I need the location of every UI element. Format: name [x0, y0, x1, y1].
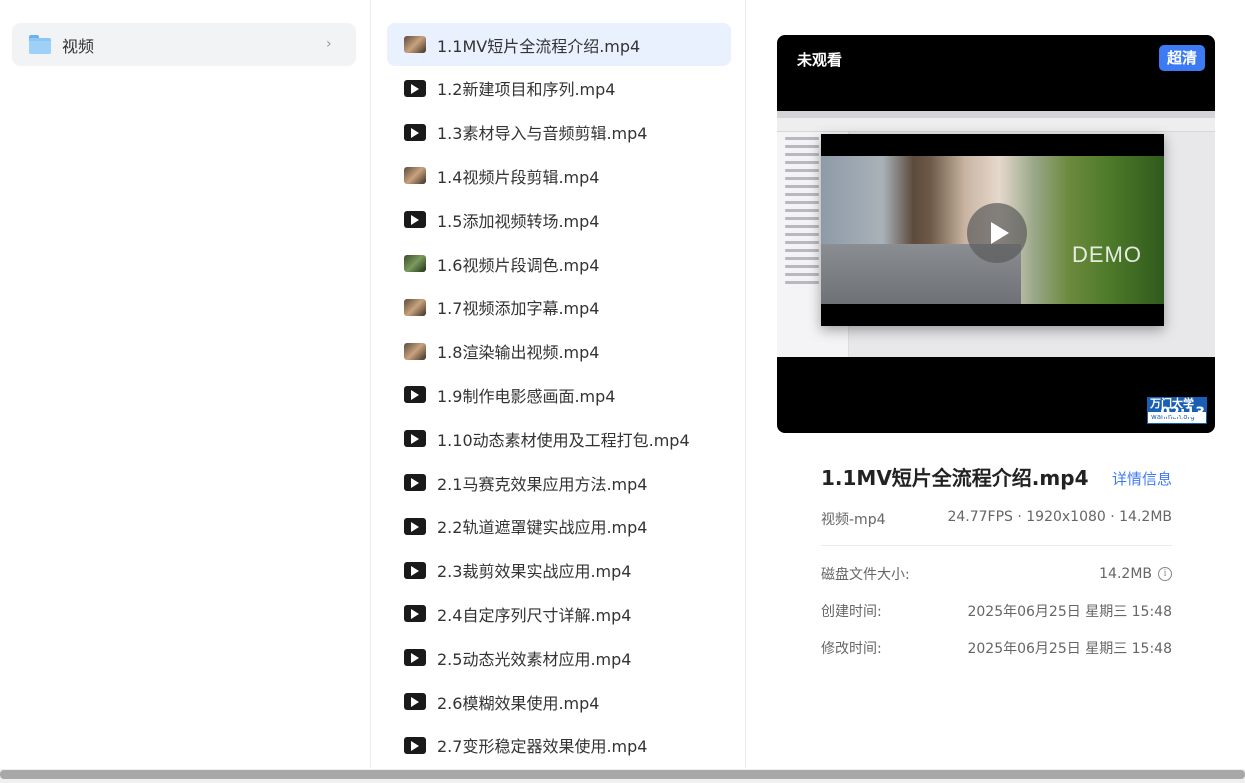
- video-thumbnail-icon: [404, 605, 426, 623]
- video-thumbnail-icon: [404, 736, 426, 754]
- horizontal-scrollbar[interactable]: [0, 769, 1245, 783]
- details-meta: 视频-mp4 24.77FPS · 1920x1080 · 14.2MB: [821, 509, 1172, 529]
- quality-badge: 超清: [1158, 45, 1205, 71]
- file-item[interactable]: 1.5添加视频转场.mp4: [387, 198, 731, 241]
- file-name: 1.7视频添加字幕.mp4: [437, 299, 600, 319]
- duration-label: 02:13: [1160, 405, 1205, 421]
- divider: [821, 545, 1172, 546]
- video-preview[interactable]: DEMO 万门大学 wanmen.org 未观看 超清 02:13: [777, 35, 1215, 433]
- details-link[interactable]: 详情信息: [1112, 468, 1172, 489]
- video-thumbnail-icon: [404, 167, 426, 185]
- video-thumbnail-icon: [404, 123, 426, 141]
- video-thumbnail-icon: [404, 211, 426, 229]
- file-specs: 24.77FPS · 1920x1080 · 14.2MB: [947, 509, 1172, 525]
- detail-value: 14.2MB: [1099, 565, 1152, 582]
- file-item[interactable]: 1.1MV短片全流程介绍.mp4: [387, 23, 731, 66]
- video-thumbnail-icon: [404, 255, 426, 272]
- file-item[interactable]: 1.10动态素材使用及工程打包.mp4: [387, 417, 731, 460]
- unwatched-badge: 未观看: [787, 47, 853, 73]
- file-name: 1.8渲染输出视频.mp4: [437, 343, 600, 363]
- detail-value: 2025年06月25日 星期三 15:48: [967, 603, 1172, 620]
- file-name: 2.3裁剪效果实战应用.mp4: [437, 562, 632, 582]
- file-item[interactable]: 1.6视频片段调色.mp4: [387, 242, 731, 285]
- file-name: 1.1MV短片全流程介绍.mp4: [437, 36, 641, 56]
- video-thumbnail-icon: [404, 693, 426, 710]
- info-icon[interactable]: i: [1158, 566, 1172, 581]
- file-name: 1.6视频片段调色.mp4: [437, 255, 600, 275]
- file-item[interactable]: 1.8渲染输出视频.mp4: [387, 330, 731, 373]
- file-name: 1.5添加视频转场.mp4: [437, 211, 600, 231]
- scrollbar-thumb[interactable]: [0, 770, 1245, 779]
- file-name: 2.7变形稳定器效果使用.mp4: [437, 737, 648, 757]
- detail-row-size: 磁盘文件大小: 14.2MB i: [821, 563, 1172, 584]
- file-item[interactable]: 2.1马赛克效果应用方法.mp4: [387, 461, 731, 504]
- detail-row-created: 创建时间: 2025年06月25日 星期三 15:48: [821, 600, 1172, 621]
- detail-label: 修改时间:: [821, 640, 882, 657]
- file-name: 1.2新建项目和序列.mp4: [437, 80, 616, 100]
- folder-pane: 视频 ›: [0, 0, 371, 768]
- file-name: 2.1马赛克效果应用方法.mp4: [437, 474, 648, 494]
- file-item[interactable]: 1.9制作电影感画面.mp4: [387, 373, 731, 416]
- detail-label: 磁盘文件大小:: [821, 566, 910, 583]
- file-name: 1.3素材导入与音频剪辑.mp4: [437, 124, 648, 144]
- file-name: 2.6模糊效果使用.mp4: [437, 693, 600, 713]
- detail-label: 创建时间:: [821, 603, 882, 620]
- video-thumbnail-icon: [404, 430, 426, 448]
- file-item[interactable]: 2.4自定序列尺寸详解.mp4: [387, 592, 731, 635]
- file-name: 2.5动态光效素材应用.mp4: [437, 649, 632, 669]
- video-thumbnail-icon: [404, 36, 426, 53]
- file-name: 1.9制作电影感画面.mp4: [437, 386, 616, 406]
- file-list: 1.1MV短片全流程介绍.mp4 1.2新建项目和序列.mp4 1.3素材导入与音频…: [372, 0, 746, 768]
- video-thumbnail-icon: [404, 561, 426, 579]
- file-name: 1.10动态素材使用及工程打包.mp4: [437, 430, 690, 450]
- file-name: 2.4自定序列尺寸详解.mp4: [437, 605, 632, 625]
- file-item[interactable]: 2.3裁剪效果实战应用.mp4: [387, 549, 731, 592]
- file-item[interactable]: 1.7视频添加字幕.mp4: [387, 286, 731, 329]
- folder-label: 视频: [62, 36, 95, 56]
- file-name: 1.4视频片段剪辑.mp4: [437, 167, 600, 187]
- video-thumbnail-icon: [404, 517, 426, 535]
- detail-value: 2025年06月25日 星期三 15:48: [967, 640, 1172, 657]
- file-item[interactable]: 2.2轨道遮罩键实战应用.mp4: [387, 505, 731, 548]
- video-thumbnail-icon: [404, 298, 426, 316]
- demo-watermark: DEMO: [1072, 242, 1142, 267]
- folder-item-videos[interactable]: 视频 ›: [12, 23, 356, 66]
- detail-row-modified: 修改时间: 2025年06月25日 星期三 15:48: [821, 637, 1172, 658]
- video-thumbnail-icon: [404, 386, 426, 404]
- file-name: 2.2轨道遮罩键实战应用.mp4: [437, 518, 648, 538]
- video-thumbnail-icon: [404, 649, 426, 667]
- video-thumbnail-icon: [404, 342, 426, 360]
- file-type: 视频-mp4: [821, 512, 886, 528]
- file-item[interactable]: 2.7变形稳定器效果使用.mp4: [387, 724, 731, 767]
- video-thumbnail-icon: [404, 474, 426, 491]
- file-item[interactable]: 2.5动态光效素材应用.mp4: [387, 636, 731, 679]
- file-item[interactable]: 1.4视频片段剪辑.mp4: [387, 154, 731, 197]
- file-item[interactable]: 2.6模糊效果使用.mp4: [387, 680, 731, 723]
- play-icon[interactable]: [967, 203, 1027, 263]
- file-details: 1.1MV短片全流程介绍.mp4 详情信息 视频-mp4 24.77FPS · …: [821, 462, 1172, 658]
- preview-pane: DEMO 万门大学 wanmen.org 未观看 超清 02:13 1.1MV短…: [747, 0, 1245, 768]
- video-thumbnail-icon: [404, 79, 426, 97]
- folder-icon: [29, 35, 51, 54]
- file-item[interactable]: 1.2新建项目和序列.mp4: [387, 67, 731, 110]
- chevron-right-icon: ›: [326, 36, 332, 52]
- file-item[interactable]: 1.3素材导入与音频剪辑.mp4: [387, 111, 731, 154]
